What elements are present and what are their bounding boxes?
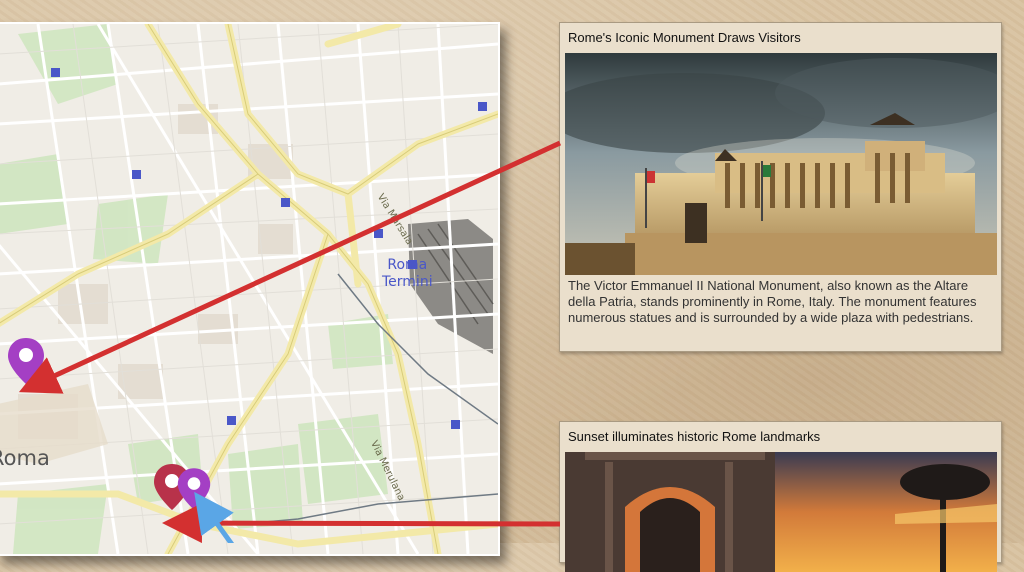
map-pin-purple-icon[interactable] <box>6 336 46 386</box>
map-pin-purple-icon[interactable] <box>176 466 212 512</box>
photo-card[interactable]: Sunset illuminates historic Rome landmar… <box>559 421 1002 572</box>
card-title: Sunset illuminates historic Rome landmar… <box>568 429 821 444</box>
card-title: Rome's Iconic Monument Draws Visitors <box>568 30 801 45</box>
map-panel[interactable]: Roma Termini Roma Via Marsala Via Merula… <box>0 22 500 556</box>
label-roma-termini: Roma Termini <box>382 257 433 290</box>
card-description: The Victor Emmanuel II National Monument… <box>568 278 977 325</box>
photo-card[interactable]: Rome's Iconic Monument Draws Visitors Th… <box>559 22 1002 352</box>
monument-photo <box>565 53 997 275</box>
sunset-photo <box>565 452 997 572</box>
label-roma: Roma <box>0 446 50 470</box>
